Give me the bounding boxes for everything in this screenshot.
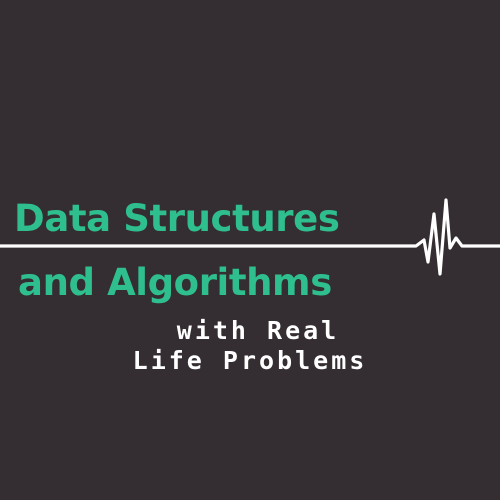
subtitle-line-1: with Real [176, 316, 340, 345]
title-line-1: Data Structures [14, 197, 340, 240]
title-line-2: and Algorithms [18, 261, 332, 304]
subtitle-line-2: Life Problems [132, 346, 368, 375]
cover-artwork: Data Structures and Algorithms with Real… [0, 0, 500, 500]
heartbeat-pulse-line-icon [0, 198, 500, 276]
